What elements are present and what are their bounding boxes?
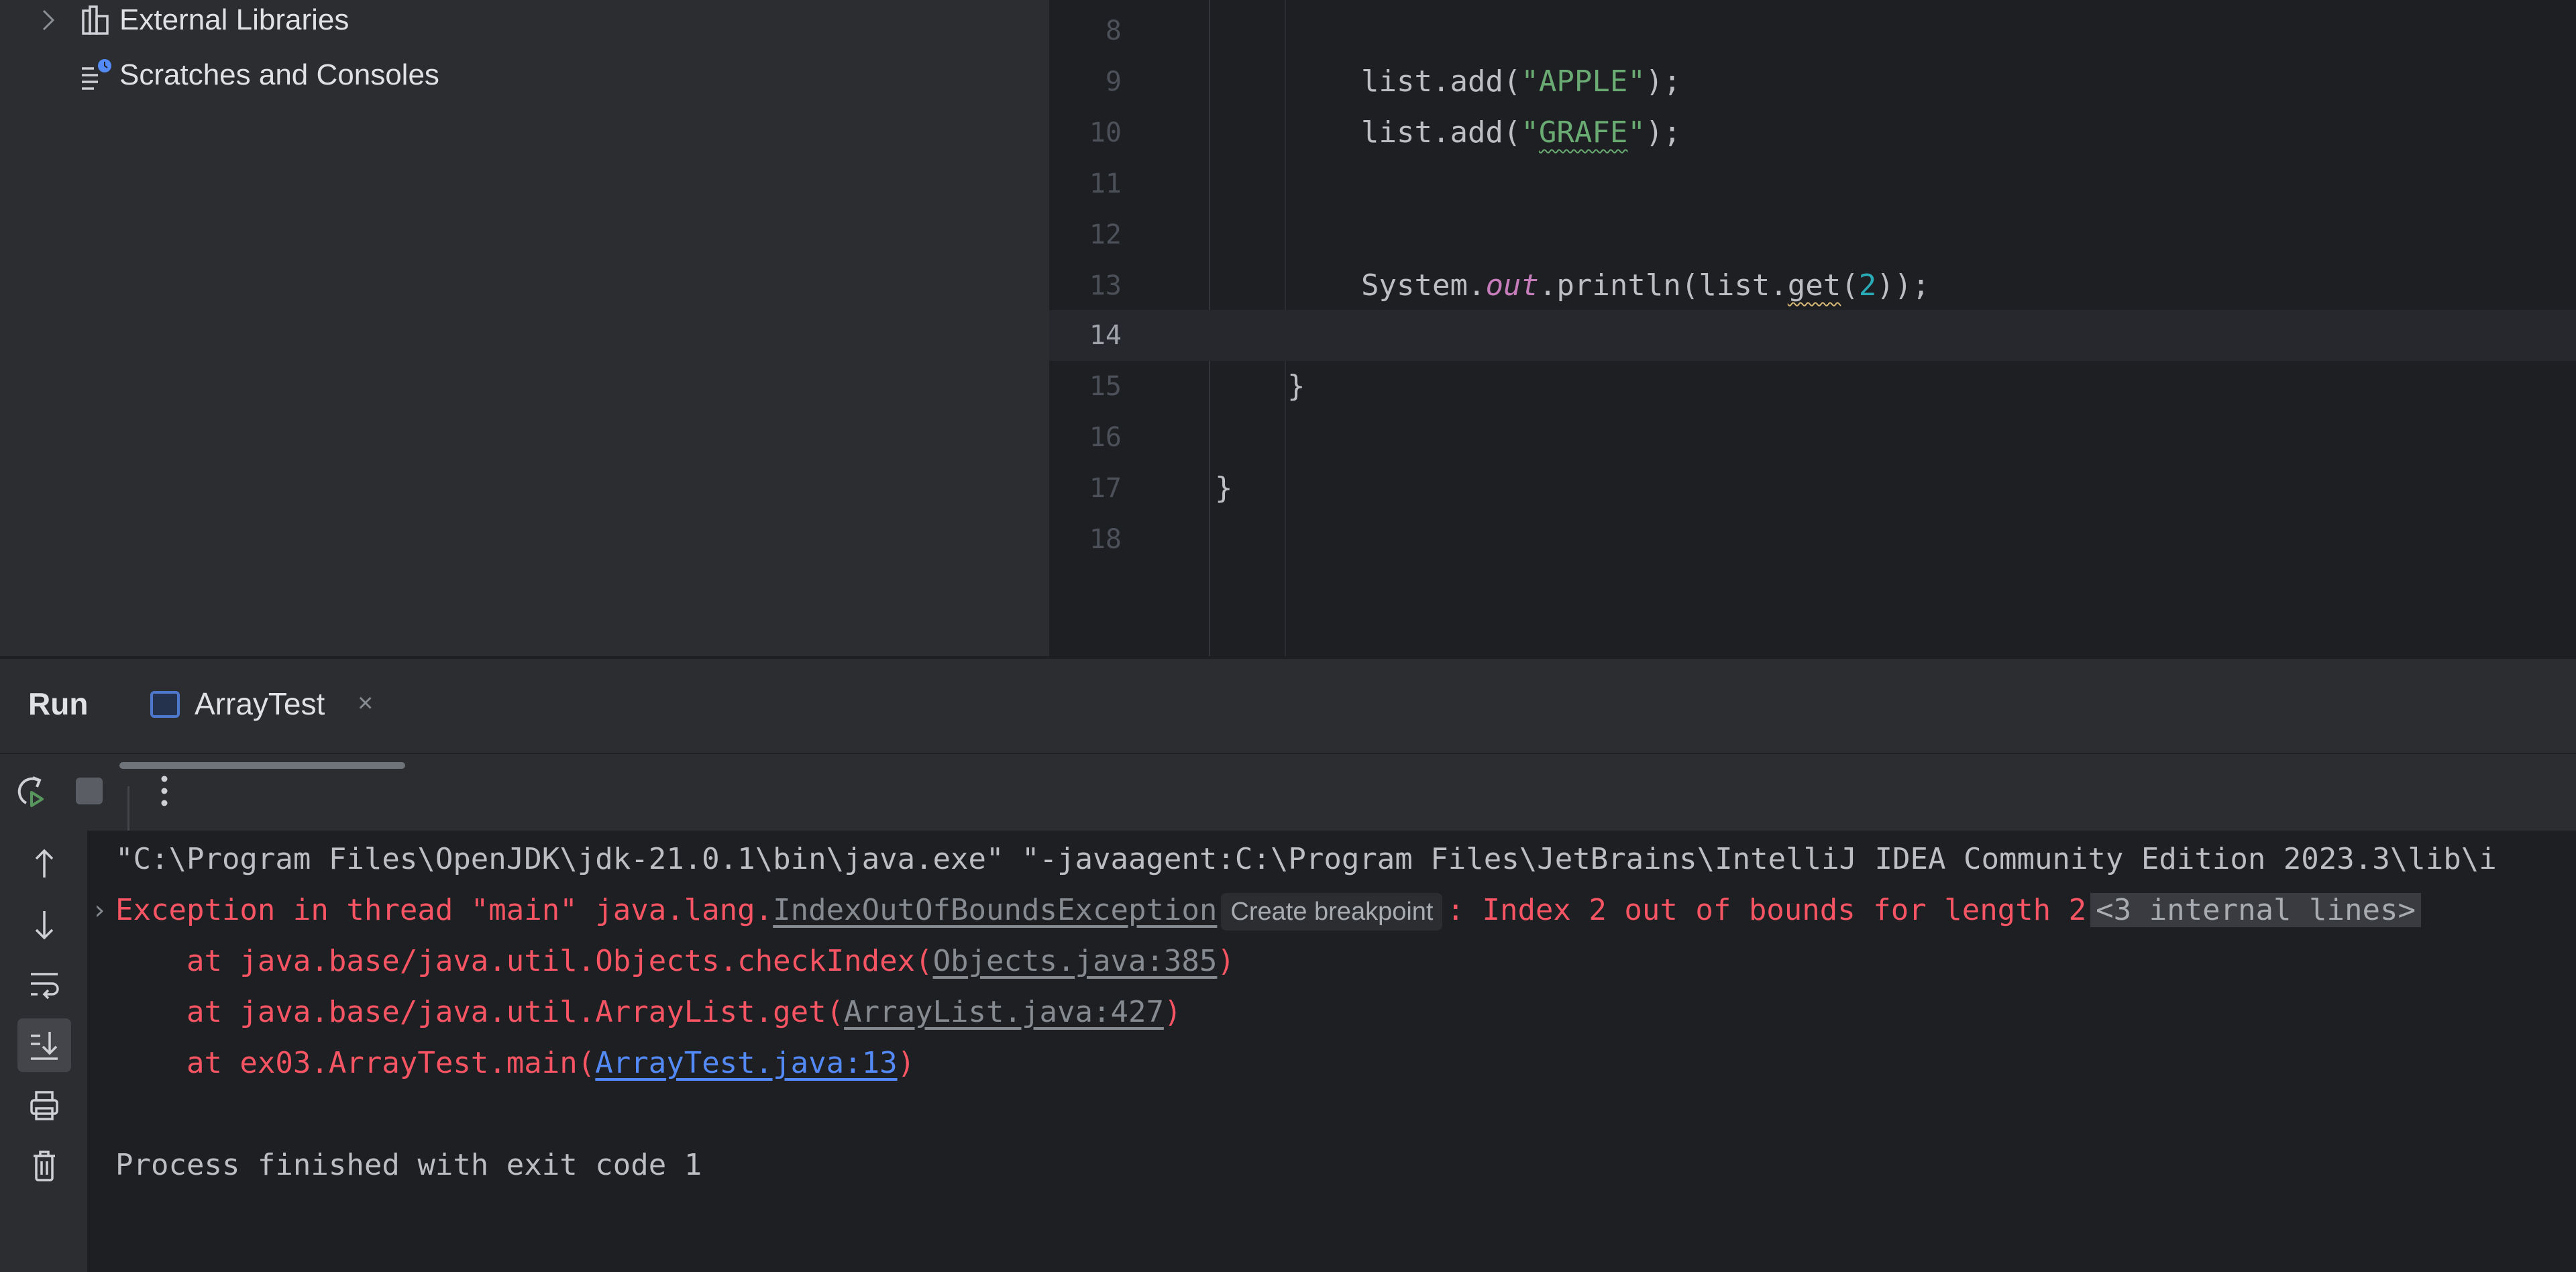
- stop-icon: [76, 778, 103, 804]
- soft-wrap-button[interactable]: [17, 958, 71, 1012]
- scratches-icon: [79, 58, 114, 93]
- more-options-button[interactable]: [142, 769, 186, 813]
- stop-button[interactable]: [67, 769, 111, 813]
- chevron-right-icon[interactable]: [35, 0, 62, 40]
- stack-frame: at java.base/java.util.ArrayList.get(Arr…: [115, 995, 1182, 1029]
- stack-frame-link[interactable]: ArrayList.java:427: [844, 995, 1164, 1029]
- stack-frame-link[interactable]: ArrayTest.java:13: [595, 1046, 897, 1080]
- line-number: 10: [1089, 117, 1122, 148]
- code-line[interactable]: 10 list.add("GRAFE");: [1049, 107, 2576, 158]
- code-line[interactable]: 17 }: [1049, 463, 2576, 514]
- line-number: 8: [1105, 15, 1122, 46]
- stack-frame: at java.base/java.util.Objects.checkInde…: [115, 944, 1235, 978]
- project-panel: External Libraries Scratches and Console…: [0, 0, 1049, 656]
- tree-item-label: External Libraries: [119, 3, 350, 36]
- arrow-down-icon: [35, 911, 54, 940]
- code-line[interactable]: 18: [1049, 514, 2576, 565]
- create-breakpoint-button[interactable]: Create breakpoint: [1221, 893, 1443, 931]
- line-number: 18: [1089, 524, 1122, 555]
- run-window-title: Run: [28, 686, 89, 721]
- rerun-button[interactable]: [8, 769, 52, 813]
- line-number: 16: [1089, 422, 1122, 453]
- line-number: 9: [1105, 66, 1122, 97]
- stack-frame-link[interactable]: Objects.java:385: [933, 944, 1218, 978]
- rerun-icon: [17, 776, 44, 807]
- line-number: 12: [1089, 219, 1122, 250]
- code-text: }: [1287, 369, 1305, 403]
- internal-lines-fold[interactable]: <3 internal lines>: [2090, 893, 2421, 927]
- code-editor[interactable]: 8 9 list.add("APPLE"); 10 list.add("GRAF…: [1049, 0, 2576, 656]
- code-line[interactable]: 11: [1049, 158, 2576, 209]
- code-text: }: [1215, 471, 1233, 505]
- code-text: System.out.println(list.get(2));: [1361, 268, 1930, 303]
- toolbar-separator: [127, 786, 129, 835]
- inspection-warning: get: [1787, 268, 1841, 303]
- run-tool-window: Run ArrayTest × "C:\Program Files\OpenJD…: [0, 659, 2576, 1272]
- code-text: list.add("GRAFE");: [1361, 115, 1681, 150]
- stack-frame: at ex03.ArrayTest.main(ArrayTest.java:13…: [115, 1046, 916, 1080]
- console-side-toolbar: [0, 831, 87, 1272]
- close-icon[interactable]: ×: [358, 688, 373, 719]
- expand-arrow-icon[interactable]: ›: [91, 885, 107, 936]
- print-icon: [30, 1091, 58, 1120]
- code-line-current[interactable]: 14: [1049, 310, 2576, 361]
- tab-arraytest[interactable]: ArrayTest ×: [119, 676, 405, 769]
- console-output[interactable]: "C:\Program Files\OpenJDK\jdk-21.0.1\bin…: [87, 831, 2576, 1272]
- scroll-to-end-button[interactable]: [17, 1018, 71, 1072]
- code-line[interactable]: 9 list.add("APPLE");: [1049, 56, 2576, 107]
- typo-warning: GRAFE: [1538, 115, 1628, 150]
- tab-label: ArrayTest: [195, 686, 325, 721]
- run-toolbar: [0, 754, 2576, 835]
- code-text: list.add("APPLE");: [1361, 64, 1681, 99]
- code-line[interactable]: 15 }: [1049, 361, 2576, 412]
- line-number: 15: [1089, 371, 1122, 402]
- line-number: 11: [1089, 168, 1122, 199]
- code-line[interactable]: 12: [1049, 209, 2576, 260]
- line-number: 14: [1089, 320, 1122, 351]
- library-icon: [79, 3, 114, 38]
- run-config-icon: [150, 691, 180, 718]
- down-stack-trace-button[interactable]: [17, 898, 71, 951]
- arrow-up-icon: [35, 849, 54, 878]
- exception-class-link[interactable]: IndexOutOfBoundsException: [773, 893, 1217, 927]
- scroll-to-end-icon: [31, 1032, 58, 1060]
- code-line[interactable]: 16: [1049, 412, 2576, 463]
- code-line[interactable]: 8: [1049, 5, 2576, 56]
- print-button[interactable]: [17, 1079, 71, 1132]
- tree-item-label: Scratches and Consoles: [119, 58, 439, 91]
- trash-icon: [34, 1151, 55, 1181]
- console-command-line: "C:\Program Files\OpenJDK\jdk-21.0.1\bin…: [115, 842, 2497, 876]
- soft-wrap-icon: [31, 973, 59, 1000]
- code-line[interactable]: 13 System.out.println(list.get(2));: [1049, 260, 2576, 311]
- exit-message: Process finished with exit code 1: [115, 1148, 702, 1182]
- exception-line: Exception in thread "main" java.lang.Ind…: [115, 885, 2421, 936]
- line-number: 13: [1089, 270, 1122, 301]
- clear-all-button[interactable]: [17, 1139, 71, 1193]
- line-number: 17: [1089, 473, 1122, 504]
- up-stack-trace-button[interactable]: [17, 837, 71, 891]
- more-options-icon: [161, 776, 168, 806]
